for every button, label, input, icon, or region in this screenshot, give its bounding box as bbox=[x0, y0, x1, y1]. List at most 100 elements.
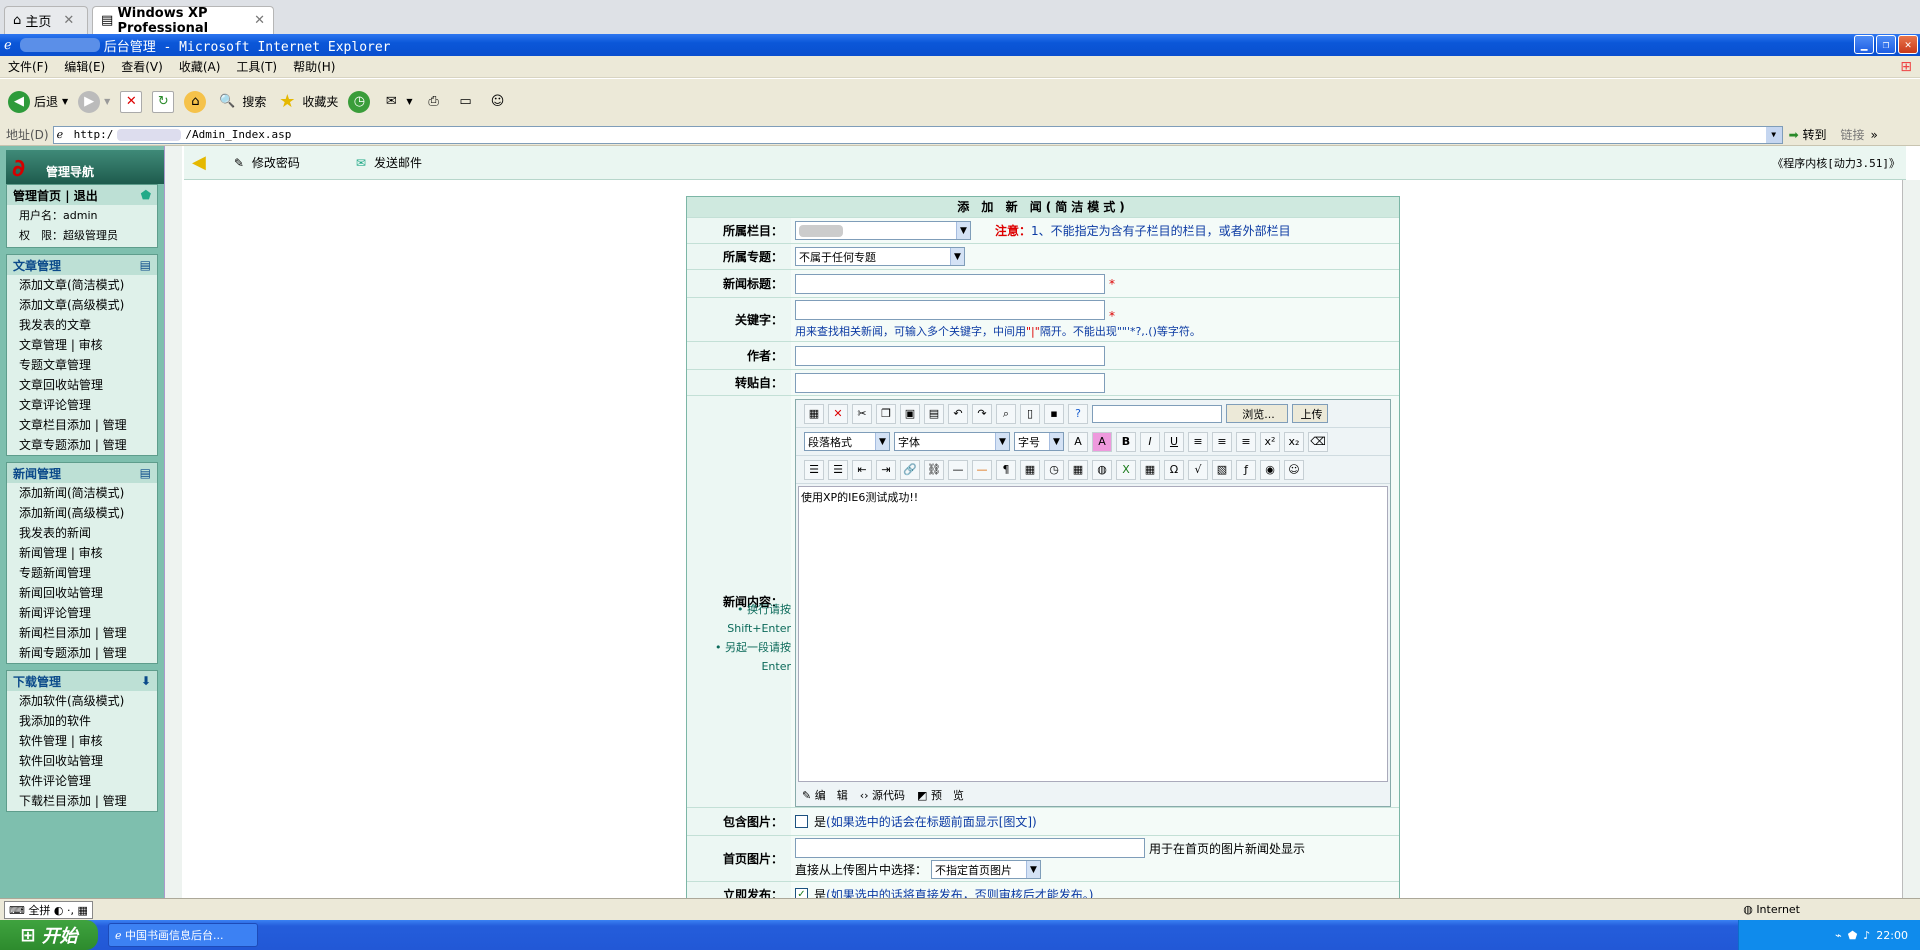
unlink-icon[interactable]: ⛓ bbox=[924, 459, 944, 480]
go-button[interactable]: ➡ 转到 bbox=[1789, 126, 1827, 143]
edit-button[interactable]: ▭ bbox=[455, 91, 477, 113]
delete-icon[interactable]: ✕ bbox=[828, 403, 848, 424]
include-pic-checkbox[interactable] bbox=[795, 815, 808, 828]
nav-item[interactable]: 添加文章(简洁模式) bbox=[7, 275, 157, 295]
address-input[interactable]: ℯ http:/ /Admin_Index.asp ▼ bbox=[52, 125, 1783, 144]
nav-item[interactable]: 添加新闻(高级模式) bbox=[7, 503, 157, 523]
excel-icon[interactable]: X bbox=[1116, 459, 1136, 480]
paragraph-icon[interactable]: ¶ bbox=[996, 459, 1016, 480]
outdent-icon[interactable]: ⇤ bbox=[852, 459, 872, 480]
links-button[interactable]: 链接 bbox=[1841, 126, 1865, 143]
favorites-button[interactable]: ★ 收藏夹 bbox=[276, 91, 338, 113]
nav-item[interactable]: 新闻管理 | 审核 bbox=[7, 543, 157, 563]
admin-home-link[interactable]: 管理首页 bbox=[13, 189, 61, 203]
align-center-icon[interactable]: ≡ bbox=[1212, 431, 1232, 452]
nav-item[interactable]: 新闻评论管理 bbox=[7, 603, 157, 623]
clock[interactable]: 22:00 bbox=[1876, 929, 1908, 942]
nav-item[interactable]: 新闻栏目添加 | 管理 bbox=[7, 623, 157, 643]
keyword-input[interactable] bbox=[795, 300, 1105, 320]
find-icon[interactable]: ⌕ bbox=[996, 403, 1016, 424]
main-scrollbar[interactable] bbox=[1902, 180, 1920, 898]
bold-icon[interactable]: B bbox=[1116, 431, 1136, 452]
nav-item[interactable]: 文章管理 | 审核 bbox=[7, 335, 157, 355]
align-right-icon[interactable]: ≡ bbox=[1236, 431, 1256, 452]
column-select[interactable]: ▼ bbox=[795, 221, 971, 240]
copy-icon[interactable]: ❐ bbox=[876, 403, 896, 424]
grid-icon[interactable]: ▦ bbox=[1140, 459, 1160, 480]
menu-help[interactable]: 帮助(H) bbox=[285, 58, 343, 75]
send-mail-link[interactable]: 发送邮件 bbox=[374, 154, 422, 171]
left-scrollbar[interactable] bbox=[164, 146, 182, 898]
paste-icon[interactable]: ▣ bbox=[900, 403, 920, 424]
back-button[interactable]: ◀ 后退 ▼ bbox=[8, 90, 68, 113]
forward-button[interactable]: ▶ ▼ bbox=[78, 90, 110, 113]
nav-item[interactable]: 专题文章管理 bbox=[7, 355, 157, 375]
nav-item[interactable]: 我发表的文章 bbox=[7, 315, 157, 335]
start-button[interactable]: ⊞ 开始 bbox=[0, 920, 98, 950]
underline-icon[interactable]: U bbox=[1164, 431, 1184, 452]
link-icon[interactable]: 🔗 bbox=[900, 459, 920, 480]
author-input[interactable] bbox=[795, 345, 1105, 366]
highlight-icon[interactable]: A bbox=[1092, 431, 1112, 452]
table-icon[interactable]: ▦ bbox=[1068, 459, 1088, 480]
search-button[interactable]: 🔍 搜索 bbox=[216, 91, 266, 113]
copyfrom-input[interactable] bbox=[795, 372, 1105, 393]
chevron-down-icon[interactable]: ▼ bbox=[62, 97, 68, 106]
home-pic-input[interactable] bbox=[795, 838, 1145, 858]
cut-icon[interactable]: ✂ bbox=[852, 403, 872, 424]
media-icon[interactable]: ◉ bbox=[1260, 459, 1280, 480]
minimize-button[interactable]: ▁ bbox=[1854, 35, 1874, 54]
menu-file[interactable]: 文件(F) bbox=[0, 58, 56, 75]
nav-item[interactable]: 添加文章(高级模式) bbox=[7, 295, 157, 315]
date-icon[interactable]: ▦ bbox=[1020, 459, 1040, 480]
host-tab-winxp[interactable]: ▤ Windows XP Professional ✕ bbox=[92, 6, 274, 36]
volume-icon[interactable]: ♪ bbox=[1863, 929, 1870, 942]
topic-select[interactable]: 不属于任何专题 ▼ bbox=[795, 247, 965, 266]
logout-link[interactable]: 退出 bbox=[74, 189, 98, 203]
line-icon[interactable]: — bbox=[972, 459, 992, 480]
nav-item[interactable]: 添加软件(高级模式) bbox=[7, 691, 157, 711]
nav-item[interactable]: 专题新闻管理 bbox=[7, 563, 157, 583]
change-password-link[interactable]: 修改密码 bbox=[252, 154, 300, 171]
select-all-icon[interactable]: ▦ bbox=[804, 403, 824, 424]
home-button[interactable]: ⌂ bbox=[184, 90, 207, 113]
special-char-icon[interactable]: Ω bbox=[1164, 459, 1184, 480]
host-tab-home[interactable]: ⌂ 主页 ✕ bbox=[4, 6, 88, 34]
nav-item[interactable]: 新闻专题添加 | 管理 bbox=[7, 643, 157, 663]
formula-icon[interactable]: √ bbox=[1188, 459, 1208, 480]
menu-tools[interactable]: 工具(T) bbox=[228, 58, 285, 75]
nav-item[interactable]: 文章回收站管理 bbox=[7, 375, 157, 395]
tab-edit[interactable]: ✎ 编 辑 bbox=[802, 787, 848, 803]
superscript-icon[interactable]: x² bbox=[1260, 431, 1280, 452]
eraser-icon[interactable]: ⌫ bbox=[1308, 431, 1328, 452]
nav-item[interactable]: 我添加的软件 bbox=[7, 711, 157, 731]
tab-code[interactable]: ‹› 源代码 bbox=[860, 787, 905, 803]
nav-item[interactable]: 文章专题添加 | 管理 bbox=[7, 435, 157, 455]
restore-button[interactable]: ❐ bbox=[1876, 35, 1896, 54]
unordered-list-icon[interactable]: ☰ bbox=[828, 459, 848, 480]
save-icon[interactable]: ▪ bbox=[1044, 403, 1064, 424]
stop-button[interactable]: ✕ bbox=[120, 90, 143, 113]
paste-text-icon[interactable]: ▤ bbox=[924, 403, 944, 424]
upload-button[interactable]: 上传 bbox=[1292, 404, 1328, 423]
nav-item[interactable]: 文章栏目添加 | 管理 bbox=[7, 415, 157, 435]
taskbar-item-ie[interactable]: ℯ 中国书画信息后台... bbox=[108, 923, 258, 947]
ordered-list-icon[interactable]: ☰ bbox=[804, 459, 824, 480]
upload-file-input[interactable] bbox=[1092, 404, 1222, 423]
section-title[interactable]: 下载管理 bbox=[13, 673, 61, 690]
help-icon[interactable]: ? bbox=[1068, 403, 1088, 424]
menu-edit[interactable]: 编辑(E) bbox=[56, 58, 113, 75]
nav-item[interactable]: 软件回收站管理 bbox=[7, 751, 157, 771]
mail-button[interactable]: ✉ ▼ bbox=[380, 91, 413, 113]
print-button[interactable]: ⎙ bbox=[423, 91, 445, 113]
home-pic-select[interactable]: 不指定首页图片 ▼ bbox=[931, 860, 1042, 879]
refresh-button[interactable]: ↻ bbox=[152, 90, 175, 113]
history-button[interactable]: ◷ bbox=[348, 90, 371, 113]
undo-icon[interactable]: ↶ bbox=[948, 403, 968, 424]
section-title[interactable]: 新闻管理 bbox=[13, 465, 61, 482]
publish-checkbox[interactable]: ✓ bbox=[795, 888, 808, 898]
indent-icon[interactable]: ⇥ bbox=[876, 459, 896, 480]
emoticon-icon[interactable]: ☺ bbox=[1284, 459, 1304, 480]
tab-preview[interactable]: ◩ 预 览 bbox=[917, 787, 964, 803]
font-select[interactable]: 字体 ▼ bbox=[894, 432, 1010, 451]
